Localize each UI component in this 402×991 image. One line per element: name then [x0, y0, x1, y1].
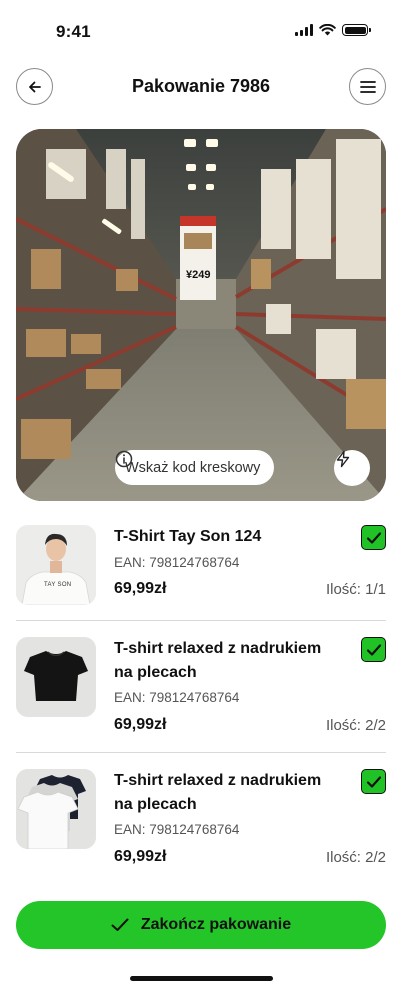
list-item[interactable]: TAY SON T-Shirt Tay Son 124 EAN: 7981247…: [16, 525, 386, 607]
product-name: T-shirt relaxed z nadrukiem na plecach: [114, 640, 322, 681]
product-quantity: Ilość: 1/1: [325, 581, 386, 598]
home-indicator[interactable]: [130, 976, 273, 981]
scan-hint: Wskaż kod kreskowy: [115, 450, 275, 485]
battery-icon: [342, 24, 371, 36]
status-time: 9:41: [56, 22, 91, 41]
product-thumbnail: [16, 769, 96, 849]
finish-packing-button[interactable]: Zakończ pakowanie: [16, 901, 386, 949]
list-item[interactable]: T-shirt relaxed z nadrukiem na plecach E…: [16, 769, 386, 869]
finish-packing-label: Zakończ pakowanie: [140, 916, 292, 933]
checkmark-icon: [366, 643, 381, 656]
hamburger-menu-icon: [359, 80, 376, 93]
product-ean: EAN: 798124768764: [114, 690, 240, 705]
checkmark-icon: [366, 531, 381, 544]
checkmark-icon: [111, 918, 129, 931]
packed-checkbox[interactable]: [361, 769, 386, 794]
product-price: 69,99zł: [114, 848, 167, 865]
menu-button[interactable]: [349, 68, 386, 105]
status-bar: 9:41: [0, 0, 402, 54]
list-item[interactable]: T-shirt relaxed z nadrukiem na plecach E…: [16, 637, 386, 737]
wifi-icon: [319, 24, 336, 36]
product-quantity: Ilość: 2/2: [325, 849, 386, 866]
packed-checkbox[interactable]: [361, 637, 386, 662]
packed-checkbox[interactable]: [361, 525, 386, 550]
flash-button[interactable]: [334, 450, 370, 486]
price-sign: ¥249: [186, 269, 211, 281]
product-thumbnail: [16, 637, 96, 717]
header: Pakowanie 7986: [16, 68, 386, 106]
cellular-signal-icon: [295, 24, 313, 36]
checkmark-icon: [366, 775, 381, 788]
product-quantity: Ilość: 2/2: [325, 717, 386, 734]
product-ean: EAN: 798124768764: [114, 822, 240, 837]
product-thumbnail: TAY SON: [16, 525, 96, 605]
product-name: T-Shirt Tay Son 124: [114, 528, 262, 545]
page-title: Pakowanie 7986: [131, 76, 271, 96]
lightning-icon: [336, 450, 350, 468]
scan-hint-text: Wskaż kod kreskowy: [125, 459, 261, 476]
status-icons: [295, 24, 371, 36]
product-ean: EAN: 798124768764: [114, 555, 240, 570]
product-price: 69,99zł: [114, 580, 167, 597]
barcode-scanner-preview[interactable]: ¥249 Wskaż kod kreskowy: [16, 129, 386, 501]
product-name: T-shirt relaxed z nadrukiem na plecach: [114, 772, 322, 813]
info-icon: [115, 450, 133, 468]
divider: [16, 752, 386, 753]
divider: [16, 620, 386, 621]
product-price: 69,99zł: [114, 716, 167, 733]
warehouse-camera-image: [16, 129, 386, 501]
